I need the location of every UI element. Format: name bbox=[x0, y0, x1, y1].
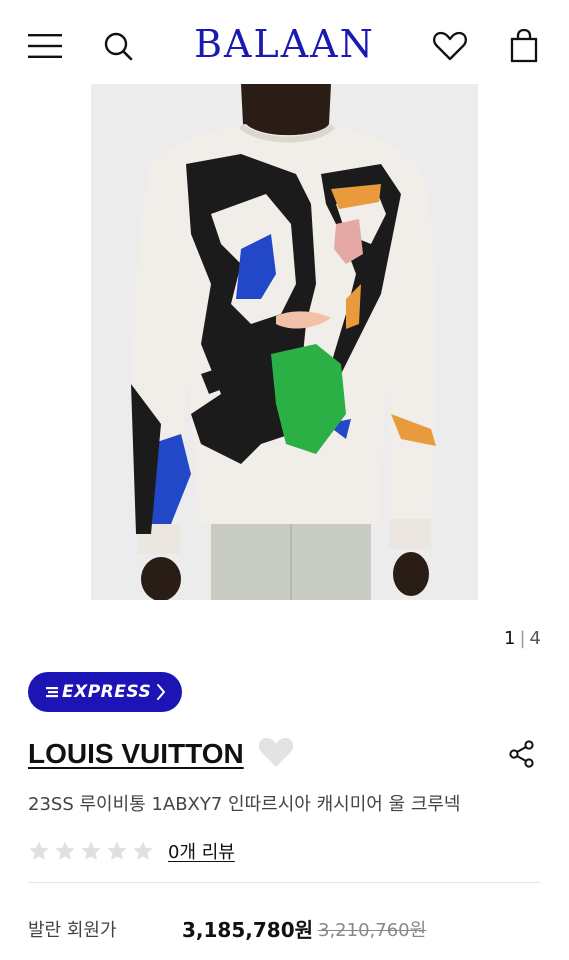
rating-row: 0개 리뷰 bbox=[28, 838, 235, 864]
chevron-right-icon bbox=[157, 684, 165, 700]
divider bbox=[28, 882, 541, 883]
original-price: 3,210,760원 bbox=[318, 920, 427, 941]
express-label: EXPRESS bbox=[62, 682, 152, 702]
wishlist-heart-icon[interactable] bbox=[432, 28, 468, 64]
speed-lines-icon bbox=[46, 687, 58, 698]
product-name: 23SS 루이비통 1ABXY7 인따르시아 캐시미어 울 크루넥 bbox=[28, 794, 461, 815]
star-icon bbox=[133, 841, 153, 860]
product-brand-link[interactable]: LOUIS VUITTON bbox=[28, 738, 244, 770]
star-icon bbox=[107, 841, 127, 860]
star-icon bbox=[81, 841, 101, 860]
review-count-link[interactable]: 0개 리뷰 bbox=[168, 838, 235, 864]
star-icon bbox=[29, 841, 49, 860]
member-price-label: 발란 회원가 bbox=[28, 920, 117, 941]
product-image[interactable] bbox=[91, 84, 478, 600]
sale-price: 3,185,780원 bbox=[182, 918, 314, 942]
app-header: BALAAN bbox=[0, 0, 569, 84]
shopping-bag-icon[interactable] bbox=[506, 28, 542, 64]
image-counter: 1 | 4 bbox=[504, 628, 541, 649]
star-icon bbox=[55, 841, 75, 860]
image-counter-total: 4 bbox=[529, 628, 541, 649]
express-badge-button[interactable]: EXPRESS bbox=[28, 672, 182, 712]
image-counter-separator: | bbox=[519, 628, 526, 649]
image-counter-current: 1 bbox=[504, 628, 516, 649]
brand-logo[interactable]: BALAAN bbox=[0, 22, 569, 66]
brand-heart-icon[interactable] bbox=[258, 737, 294, 773]
share-icon[interactable] bbox=[508, 740, 536, 772]
